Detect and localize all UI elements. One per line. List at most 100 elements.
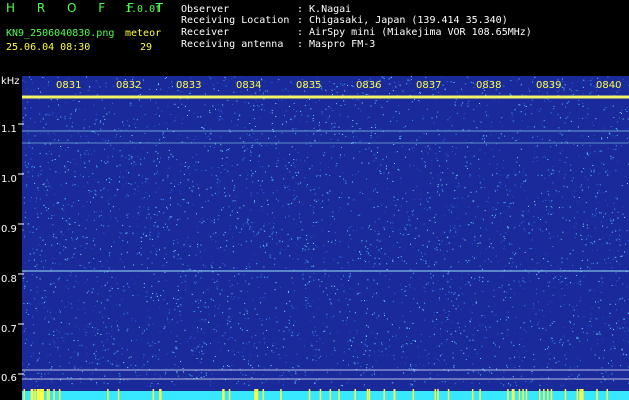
- noise-dot: [293, 199, 295, 201]
- noise-dot: [274, 351, 276, 353]
- noise-dot: [151, 285, 153, 287]
- noise-dot: [263, 247, 265, 249]
- noise-dot: [626, 107, 628, 108]
- noise-dot: [432, 177, 434, 179]
- noise-dot: [166, 353, 168, 355]
- noise-dot: [429, 147, 430, 149]
- noise-dot: [388, 286, 390, 288]
- noise-dot: [160, 157, 161, 159]
- noise-dot: [446, 250, 448, 252]
- noise-dot: [449, 231, 451, 233]
- noise-dot: [224, 76, 226, 78]
- noise-dot: [156, 172, 158, 174]
- noise-dot: [322, 342, 324, 344]
- noise-dot: [173, 352, 175, 354]
- noise-dot: [247, 317, 249, 319]
- noise-dot: [73, 340, 75, 341]
- noise-dot: [176, 321, 178, 323]
- noise-dot: [56, 202, 57, 204]
- noise-dot: [609, 171, 611, 173]
- noise-dot: [533, 126, 535, 128]
- noise-dot: [537, 197, 539, 199]
- noise-dot: [239, 368, 241, 370]
- noise-dot: [119, 164, 121, 166]
- noise-dot: [48, 218, 49, 219]
- noise-dot: [469, 339, 471, 341]
- noise-dot: [296, 353, 298, 355]
- noise-dot: [399, 112, 401, 114]
- noise-dot: [154, 214, 156, 215]
- noise-dot: [311, 257, 313, 259]
- noise-dot: [515, 316, 517, 318]
- noise-dot: [106, 113, 108, 115]
- noise-dot: [610, 348, 612, 350]
- noise-dot: [227, 323, 229, 325]
- noise-dot: [207, 289, 209, 290]
- noise-dot: [295, 182, 297, 184]
- noise-dot: [306, 121, 308, 123]
- noise-dot: [531, 229, 533, 231]
- noise-dot: [490, 126, 492, 128]
- noise-dot: [36, 276, 38, 278]
- noise-dot: [400, 135, 402, 137]
- noise-dot: [570, 164, 572, 166]
- noise-dot: [46, 194, 48, 196]
- noise-dot: [30, 118, 31, 120]
- noise-dot: [332, 126, 334, 128]
- noise-dot: [86, 201, 88, 203]
- noise-dot: [209, 134, 211, 135]
- noise-dot: [96, 384, 98, 386]
- noise-dot: [414, 288, 416, 290]
- noise-dot: [271, 176, 273, 178]
- noise-dot: [250, 240, 252, 242]
- noise-dot: [335, 293, 337, 295]
- noise-dot: [275, 234, 277, 236]
- noise-dot: [434, 264, 435, 266]
- noise-dot: [394, 163, 395, 164]
- noise-dot: [598, 333, 600, 335]
- noise-dot: [316, 76, 318, 78]
- noise-dot: [214, 305, 216, 307]
- noise-dot: [249, 123, 251, 124]
- noise-dot: [561, 134, 563, 136]
- noise-dot: [374, 127, 376, 129]
- noise-dot: [522, 211, 524, 212]
- noise-dot: [436, 262, 438, 264]
- noise-dot: [96, 119, 98, 120]
- noise-dot: [586, 385, 588, 386]
- noise-dot: [25, 311, 27, 313]
- noise-dot: [449, 225, 451, 227]
- noise-dot: [365, 261, 367, 263]
- noise-dot: [71, 126, 73, 128]
- noise-dot: [197, 246, 199, 248]
- noise-dot: [433, 312, 435, 314]
- noise-dot: [263, 241, 264, 243]
- noise-dot: [166, 316, 168, 318]
- noise-dot: [360, 110, 362, 112]
- noise-dot: [32, 342, 34, 344]
- noise-dot: [107, 225, 109, 227]
- noise-dot: [154, 342, 156, 344]
- noise-dot: [23, 303, 25, 304]
- noise-dot: [217, 186, 219, 188]
- noise-dot: [450, 81, 452, 83]
- noise-dot: [558, 279, 560, 281]
- noise-dot: [557, 235, 558, 237]
- noise-dot: [222, 312, 224, 314]
- noise-dot: [483, 178, 485, 180]
- noise-dot: [181, 282, 183, 284]
- noise-dot: [559, 342, 561, 343]
- noise-dot: [366, 300, 368, 301]
- noise-dot: [263, 296, 265, 298]
- noise-dot: [84, 109, 86, 111]
- noise-dot: [371, 127, 373, 128]
- noise-dot: [447, 168, 449, 169]
- noise-dot: [537, 174, 539, 176]
- noise-dot: [195, 283, 197, 285]
- noise-dot: [604, 323, 606, 325]
- noise-dot: [167, 177, 168, 179]
- noise-dot: [295, 128, 297, 130]
- noise-dot: [323, 155, 325, 157]
- noise-dot: [224, 264, 226, 266]
- noise-dot: [47, 162, 49, 163]
